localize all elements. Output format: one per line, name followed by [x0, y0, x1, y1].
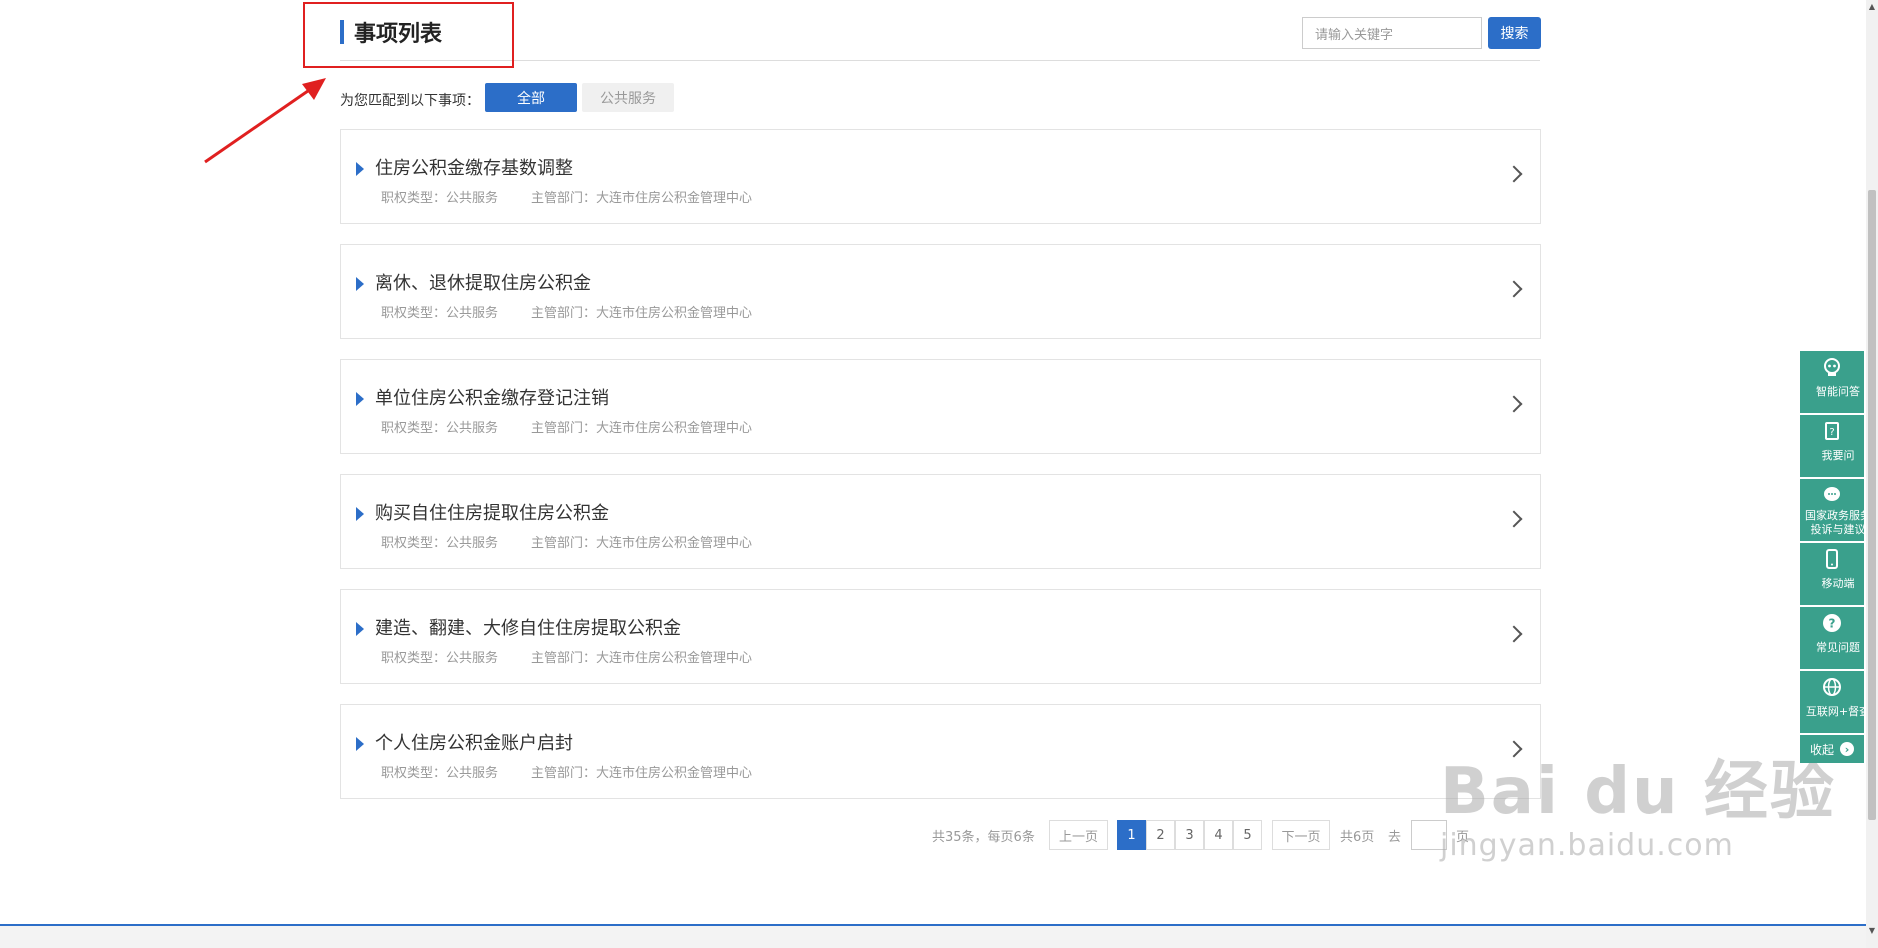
collapse-label: 收起	[1809, 742, 1834, 757]
page-number-2[interactable]: 2	[1146, 820, 1175, 850]
search-input[interactable]: 请输入关键字	[1302, 17, 1482, 49]
side-item-label: 常见问题	[1816, 641, 1860, 654]
side-item-mobile[interactable]: 移动端	[1800, 543, 1864, 607]
side-item-faq[interactable]: ? 常见问题	[1800, 607, 1864, 671]
item-name[interactable]: 离休、退休提取住房公积金	[375, 269, 591, 295]
list-item[interactable]: 单位住房公积金缴存登记注销 职权类型：公共服务 主管部门：大连市住房公积金管理中…	[340, 359, 1541, 454]
item-type: 职权类型：公共服务	[381, 191, 499, 206]
side-item-label: 智能问答	[1816, 385, 1860, 398]
side-item-supervision[interactable]: 互联网+督查	[1800, 671, 1864, 735]
page-number-1[interactable]: 1	[1117, 820, 1146, 850]
robot-icon	[1824, 358, 1840, 376]
chevron-right-circle-icon: ›	[1840, 742, 1854, 756]
item-dept: 主管部门：大连市住房公积金管理中心	[531, 421, 753, 436]
list-item[interactable]: 住房公积金缴存基数调整 职权类型：公共服务 主管部门：大连市住房公积金管理中心	[340, 129, 1541, 224]
bullet-triangle-icon	[356, 392, 364, 406]
item-dept: 主管部门：大连市住房公积金管理中心	[531, 536, 753, 551]
bullet-triangle-icon	[356, 737, 364, 751]
chat-bubble-icon	[1824, 487, 1840, 501]
page-number-5[interactable]: 5	[1233, 820, 1262, 850]
watermark-logo: Bai du 经验	[1440, 755, 1836, 829]
item-dept: 主管部门：大连市住房公积金管理中心	[531, 766, 753, 781]
annotation-highlight-box	[303, 2, 514, 68]
list-item[interactable]: 建造、翻建、大修自住住房提取公积金 职权类型：公共服务 主管部门：大连市住房公积…	[340, 589, 1541, 684]
scroll-down-icon[interactable]: ▼	[1866, 924, 1878, 936]
list-item[interactable]: 个人住房公积金账户启封 职权类型：公共服务 主管部门：大连市住房公积金管理中心	[340, 704, 1541, 799]
watermark: Bai du 经验 jingyan.baidu.com	[1440, 740, 1836, 863]
chevron-right-icon[interactable]	[1505, 165, 1523, 183]
item-name[interactable]: 单位住房公积金缴存登记注销	[375, 384, 609, 410]
prev-page-button[interactable]: 上一页	[1049, 820, 1108, 850]
filter-label: 为您匹配到以下事项：	[340, 93, 480, 109]
next-page-button[interactable]: 下一页	[1272, 820, 1330, 850]
footer-bar	[0, 926, 1866, 948]
list-item[interactable]: 购买自住住房提取住房公积金 职权类型：公共服务 主管部门：大连市住房公积金管理中…	[340, 474, 1541, 569]
help-circle-icon: ?	[1823, 614, 1841, 632]
side-item-label: 互联网+督查	[1805, 705, 1864, 718]
total-pages: 共6页	[1340, 830, 1375, 845]
side-item-label: 我要问	[1821, 449, 1855, 462]
chevron-right-icon[interactable]	[1505, 510, 1523, 528]
side-item-complaint[interactable]: 国家政务服务投诉与建议	[1800, 479, 1864, 543]
item-name[interactable]: 建造、翻建、大修自住住房提取公积金	[375, 614, 681, 640]
side-float-panel: 智能问答 ? 我要问 国家政务服务投诉与建议 移动端 ? 常见问题 互联网+督查…	[1800, 351, 1864, 763]
page-number-4[interactable]: 4	[1204, 820, 1233, 850]
item-type: 职权类型：公共服务	[381, 651, 499, 666]
bullet-triangle-icon	[356, 277, 364, 291]
chevron-right-icon[interactable]	[1505, 625, 1523, 643]
side-item-ask[interactable]: ? 我要问	[1800, 415, 1864, 479]
item-type: 职权类型：公共服务	[381, 421, 499, 436]
chevron-right-icon[interactable]	[1505, 280, 1523, 298]
filter-tab-public-service[interactable]: 公共服务	[582, 83, 674, 112]
item-name[interactable]: 个人住房公积金账户启封	[375, 729, 573, 755]
bullet-triangle-icon	[356, 162, 364, 176]
svg-text:?: ?	[1829, 427, 1834, 438]
side-item-label: 国家政务服务投诉与建议	[1805, 509, 1864, 536]
list-item[interactable]: 离休、退休提取住房公积金 职权类型：公共服务 主管部门：大连市住房公积金管理中心	[340, 244, 1541, 339]
page-number-3[interactable]: 3	[1175, 820, 1204, 850]
search-placeholder: 请输入关键字	[1315, 27, 1394, 43]
chevron-right-icon[interactable]	[1505, 395, 1523, 413]
side-collapse-button[interactable]: 收起 ›	[1800, 735, 1864, 763]
item-dept: 主管部门：大连市住房公积金管理中心	[531, 306, 753, 321]
page: 事项列表 请输入关键字 搜索 为您匹配到以下事项： 全部 公共服务 住房公积金缴…	[0, 0, 1878, 948]
side-item-smart-qa[interactable]: 智能问答	[1800, 351, 1864, 415]
scroll-up-icon[interactable]: ▲	[1866, 0, 1878, 12]
header-divider	[340, 60, 1540, 61]
globe-icon	[1823, 678, 1841, 696]
bullet-triangle-icon	[356, 622, 364, 636]
pagination-summary: 共35条，每页6条	[932, 830, 1035, 845]
item-dept: 主管部门：大连市住房公积金管理中心	[531, 191, 753, 206]
question-clipboard-icon: ?	[1825, 422, 1839, 440]
svg-text:?: ?	[1829, 617, 1836, 631]
item-name[interactable]: 购买自住住房提取住房公积金	[375, 499, 609, 525]
watermark-url: jingyan.baidu.com	[1440, 828, 1734, 863]
filter-tab-all[interactable]: 全部	[485, 83, 577, 112]
item-type: 职权类型：公共服务	[381, 536, 499, 551]
item-type: 职权类型：公共服务	[381, 766, 499, 781]
mobile-icon	[1826, 549, 1838, 569]
side-item-label: 移动端	[1821, 577, 1855, 590]
search-button[interactable]: 搜索	[1488, 17, 1541, 49]
bullet-triangle-icon	[356, 507, 364, 521]
annotation-arrow-icon	[204, 78, 326, 164]
scrollbar-thumb[interactable]	[1868, 190, 1876, 820]
item-name[interactable]: 住房公积金缴存基数调整	[375, 154, 573, 180]
goto-label: 去	[1388, 830, 1402, 845]
item-type: 职权类型：公共服务	[381, 306, 499, 321]
item-dept: 主管部门：大连市住房公积金管理中心	[531, 651, 753, 666]
